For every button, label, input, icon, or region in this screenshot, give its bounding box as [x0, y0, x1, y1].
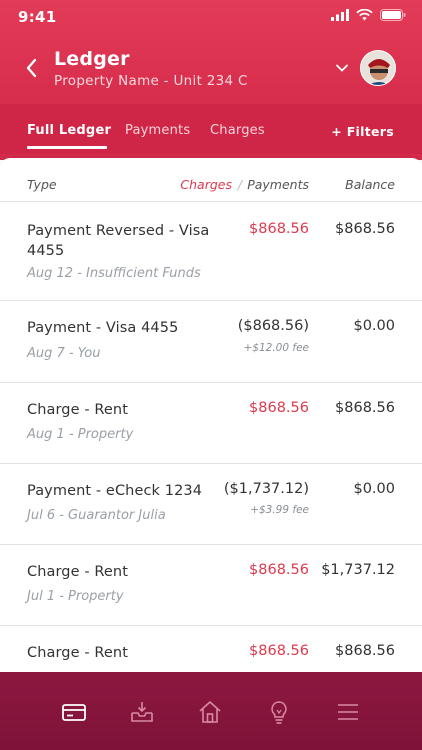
- tab-payments[interactable]: Payments: [125, 123, 190, 138]
- ledger-row[interactable]: Charge - Rent Jul 1 - Property $868.56 $1,7…: [0, 545, 422, 626]
- column-separator: /: [237, 177, 242, 192]
- ledger-row-amount: $868.56: [249, 221, 309, 237]
- ledger-row-subtitle: Jul 6 - Guarantor Julia: [27, 508, 166, 523]
- avatar[interactable]: [360, 50, 396, 86]
- active-tab-indicator: [27, 146, 107, 149]
- tab-charges[interactable]: Charges: [210, 123, 265, 138]
- ledger-row-description: Charge - Rent: [27, 564, 129, 580]
- filters-button[interactable]: + Filters: [331, 124, 394, 139]
- page-subtitle: Property Name - Unit 234 C: [54, 73, 248, 89]
- ledger-row-amount: ($868.56): [237, 318, 309, 334]
- ledger-row[interactable]: Payment - Visa 4455 Aug 7 - You ($868.56) +…: [0, 301, 422, 383]
- ledger-row-description: Payment Reversed - Visa 4455: [27, 223, 210, 259]
- ledger-tabs: Full Ledger Payments Charges + Filters: [0, 104, 422, 154]
- column-charges: Charges: [180, 177, 232, 192]
- column-header: Type Charges / Payments Balance: [0, 158, 422, 202]
- column-type: Type: [27, 177, 57, 192]
- back-arrow-icon[interactable]: [20, 54, 44, 82]
- ledger-row-subtitle: Aug 12 - Insufficient Funds: [27, 266, 201, 281]
- column-payments: Payments: [247, 177, 309, 192]
- ledger-row-amount: $868.56: [249, 562, 309, 578]
- ledger-row-description: Charge - Rent: [27, 402, 129, 418]
- card-icon[interactable]: [60, 698, 88, 726]
- status-time: 9:41: [18, 8, 57, 26]
- status-bar: 9:41: [0, 0, 422, 34]
- top-bar: 9:41 Ledger Property Name - Unit 234 C F…: [0, 0, 422, 160]
- ledger-row-amount: ($1,737.12): [223, 481, 309, 497]
- ledger-row-balance: $868.56: [335, 221, 395, 237]
- avatar-image: [361, 51, 395, 85]
- column-balance: Balance: [345, 177, 395, 192]
- status-icons: [331, 9, 406, 21]
- chevron-down-icon[interactable]: [334, 62, 350, 74]
- bottom-nav: [0, 672, 422, 750]
- ledger-row[interactable]: Payment Reversed - Visa 4455 Aug 12 - Ins…: [0, 202, 422, 301]
- ledger-row-balance: $1,737.12: [321, 562, 395, 578]
- ledger-row-amount: $868.56: [249, 400, 309, 416]
- ledger-row-balance: $868.56: [335, 643, 395, 659]
- ledger-row-amount: $868.56: [249, 643, 309, 659]
- ledger-row-subtitle: Aug 7 - You: [27, 346, 101, 361]
- wifi-icon: [356, 9, 373, 21]
- ledger-row-subtitle: Jul 1 - Property: [27, 589, 124, 604]
- battery-icon: [380, 9, 406, 21]
- ledger-row-description: Charge - Rent: [27, 645, 129, 661]
- header: Ledger Property Name - Unit 234 C: [0, 34, 422, 104]
- lightbulb-icon[interactable]: [265, 698, 293, 726]
- ledger-row-description: Payment - Visa 4455: [27, 320, 179, 336]
- menu-icon[interactable]: [334, 698, 362, 726]
- signal-icon: [331, 9, 349, 21]
- ledger-row-balance: $0.00: [353, 318, 395, 334]
- ledger-row-fee: +$12.00 fee: [243, 342, 310, 354]
- ledger-row-balance: $0.00: [353, 481, 395, 497]
- home-icon[interactable]: [196, 698, 224, 726]
- ledger-row-balance: $868.56: [335, 400, 395, 416]
- ledger-row-subtitle: Aug 1 - Property: [27, 427, 134, 442]
- ledger-row[interactable]: Payment - eCheck 1234 Jul 6 - Guarantor J…: [0, 464, 422, 545]
- ledger-row[interactable]: Charge - Rent Aug 1 - Property $868.56 $868…: [0, 383, 422, 464]
- ledger-row-fee: +$3.99 fee: [250, 504, 309, 516]
- inbox-download-icon[interactable]: [128, 698, 156, 726]
- ledger-card: Type Charges / Payments Balance Payment …: [0, 158, 422, 678]
- ledger-row-description: Payment - eCheck 1234: [27, 483, 203, 499]
- ledger-row[interactable]: Charge - Rent $868.56 $868.56: [0, 626, 422, 678]
- tab-full-ledger[interactable]: Full Ledger: [27, 123, 111, 138]
- page-title: Ledger: [54, 48, 130, 70]
